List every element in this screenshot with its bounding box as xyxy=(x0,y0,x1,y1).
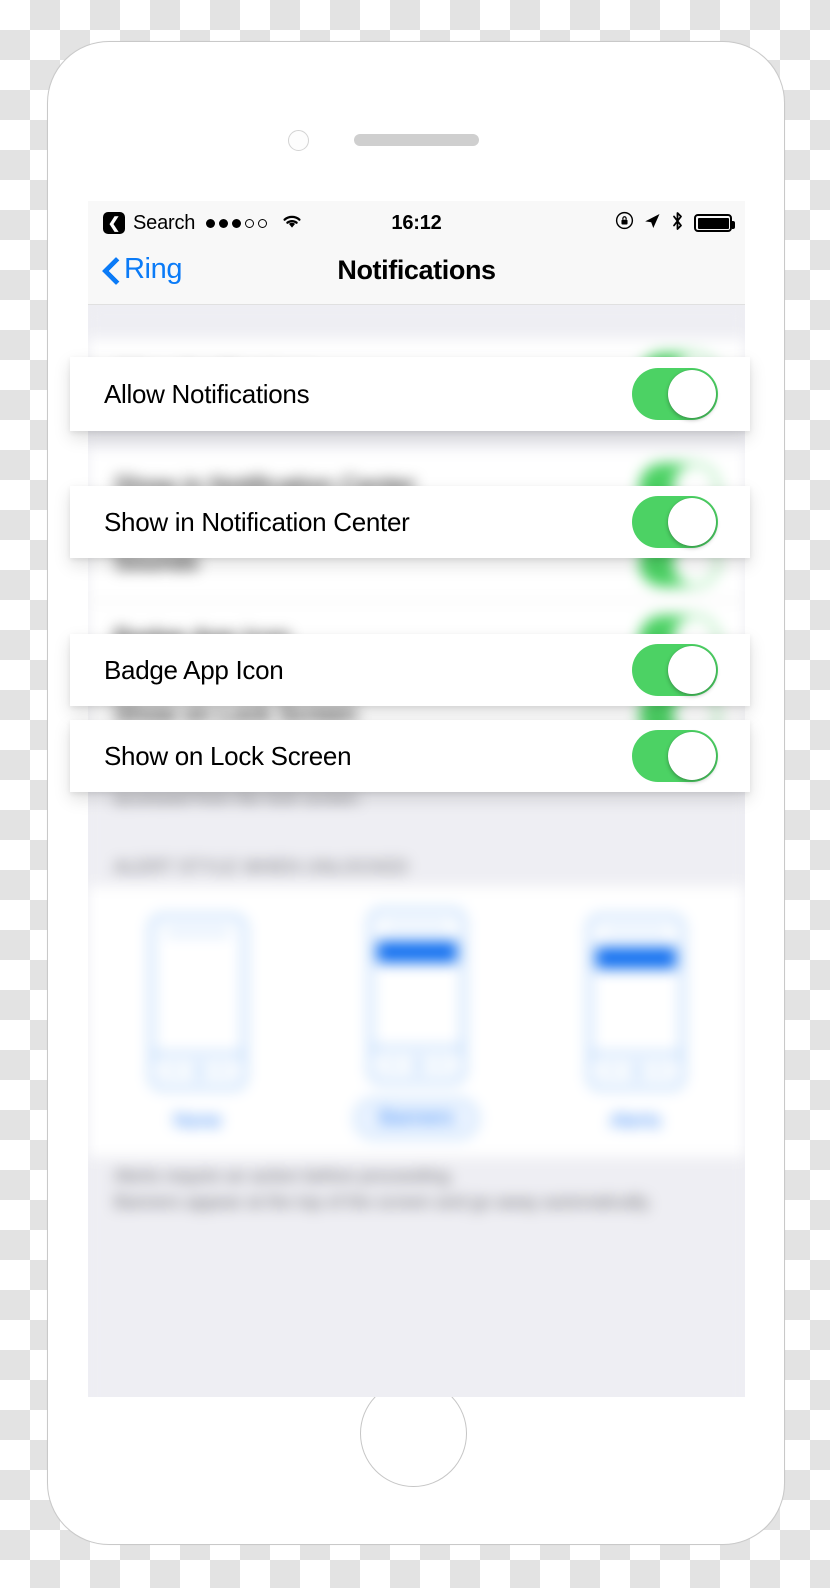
phone-divider xyxy=(372,1046,461,1052)
phone-earpiece-icon xyxy=(383,922,450,932)
phone-outline-icon xyxy=(367,908,466,1085)
speaker-grille-icon xyxy=(354,134,479,146)
setting-row-label: Badge App Icon xyxy=(104,654,284,685)
toggle-knob xyxy=(668,732,716,780)
toggle-allow-notifications[interactable] xyxy=(632,368,718,420)
battery-icon xyxy=(694,214,735,232)
alert-style-label-alerts: Alerts xyxy=(609,1110,662,1133)
setting-row-show-on-lock-screen[interactable]: Show on Lock Screen xyxy=(70,720,750,792)
rotation-lock-icon xyxy=(615,211,634,235)
phone-divider xyxy=(591,1052,680,1058)
phone-home-center xyxy=(630,1063,643,1080)
toggle-show-on-lock-screen[interactable] xyxy=(632,730,718,782)
phone-home-center xyxy=(411,1057,424,1074)
phone-banner-bar-icon xyxy=(376,941,457,964)
page-title: Notifications xyxy=(337,255,496,285)
blurred-settings-background: Allow Notifications Show in Notification… xyxy=(88,305,745,1397)
setting-row-show-in-notification-center[interactable]: Show in Notification Center xyxy=(70,486,750,558)
phone-banner-bar-icon xyxy=(595,947,676,970)
status-bar-right xyxy=(615,211,735,236)
phone-divider xyxy=(153,1052,242,1058)
phone-home-left xyxy=(162,1066,185,1076)
navigation-bar: Ring Notifications xyxy=(88,245,745,305)
phone-home-left xyxy=(381,1060,404,1070)
phone-home-left xyxy=(600,1066,623,1076)
bg-spacer xyxy=(88,305,745,339)
status-bar: ❮ Search 16:12 xyxy=(88,201,745,245)
location-arrow-icon xyxy=(643,212,661,235)
setting-row-label: Allow Notifications xyxy=(104,378,310,409)
setting-row-label: Show on Lock Screen xyxy=(104,740,352,771)
phone-home-right xyxy=(648,1066,671,1076)
phone-earpiece-icon xyxy=(164,928,231,938)
setting-row-label: Show in Notification Center xyxy=(104,506,410,537)
setting-row-allow-notifications[interactable]: Allow Notifications xyxy=(70,357,750,431)
alert-style-option-none: None xyxy=(123,914,273,1139)
phone-home-right xyxy=(210,1066,233,1076)
alert-style-picker: None Banners Alerts xyxy=(88,886,745,1158)
alert-style-label-none: None xyxy=(173,1110,222,1133)
alert-style-option-banners: Banners xyxy=(342,908,492,1140)
phone-home-right xyxy=(429,1060,452,1070)
toggle-knob xyxy=(668,370,716,418)
alert-style-section-header: ALERT STYLE WHEN UNLOCKED xyxy=(88,831,745,887)
toggle-knob xyxy=(668,498,716,546)
alert-style-footer: Alerts require an action before proceedi… xyxy=(88,1157,745,1236)
toggle-show-in-notification-center[interactable] xyxy=(632,496,718,548)
iphone-device-frame: Allow Notifications Show in Notification… xyxy=(47,41,785,1545)
bg-spacer xyxy=(88,1235,745,1397)
setting-row-badge-app-icon[interactable]: Badge App Icon xyxy=(70,634,750,706)
phone-outline-icon xyxy=(586,914,685,1091)
alert-style-footer-line-2: Banners appear at the top of the screen … xyxy=(114,1192,653,1213)
phone-home-center xyxy=(192,1063,205,1080)
alert-style-footer-line-1: Alerts require an action before proceedi… xyxy=(114,1166,455,1187)
toggle-badge-app-icon[interactable] xyxy=(632,644,718,696)
alert-style-label-banners: Banners xyxy=(354,1098,479,1140)
bluetooth-icon xyxy=(670,211,685,236)
alert-style-option-alerts: Alerts xyxy=(561,914,711,1139)
phone-earpiece-icon xyxy=(602,928,669,938)
toggle-knob xyxy=(668,646,716,694)
phone-outline-icon xyxy=(148,914,247,1091)
camera-icon xyxy=(288,130,309,151)
